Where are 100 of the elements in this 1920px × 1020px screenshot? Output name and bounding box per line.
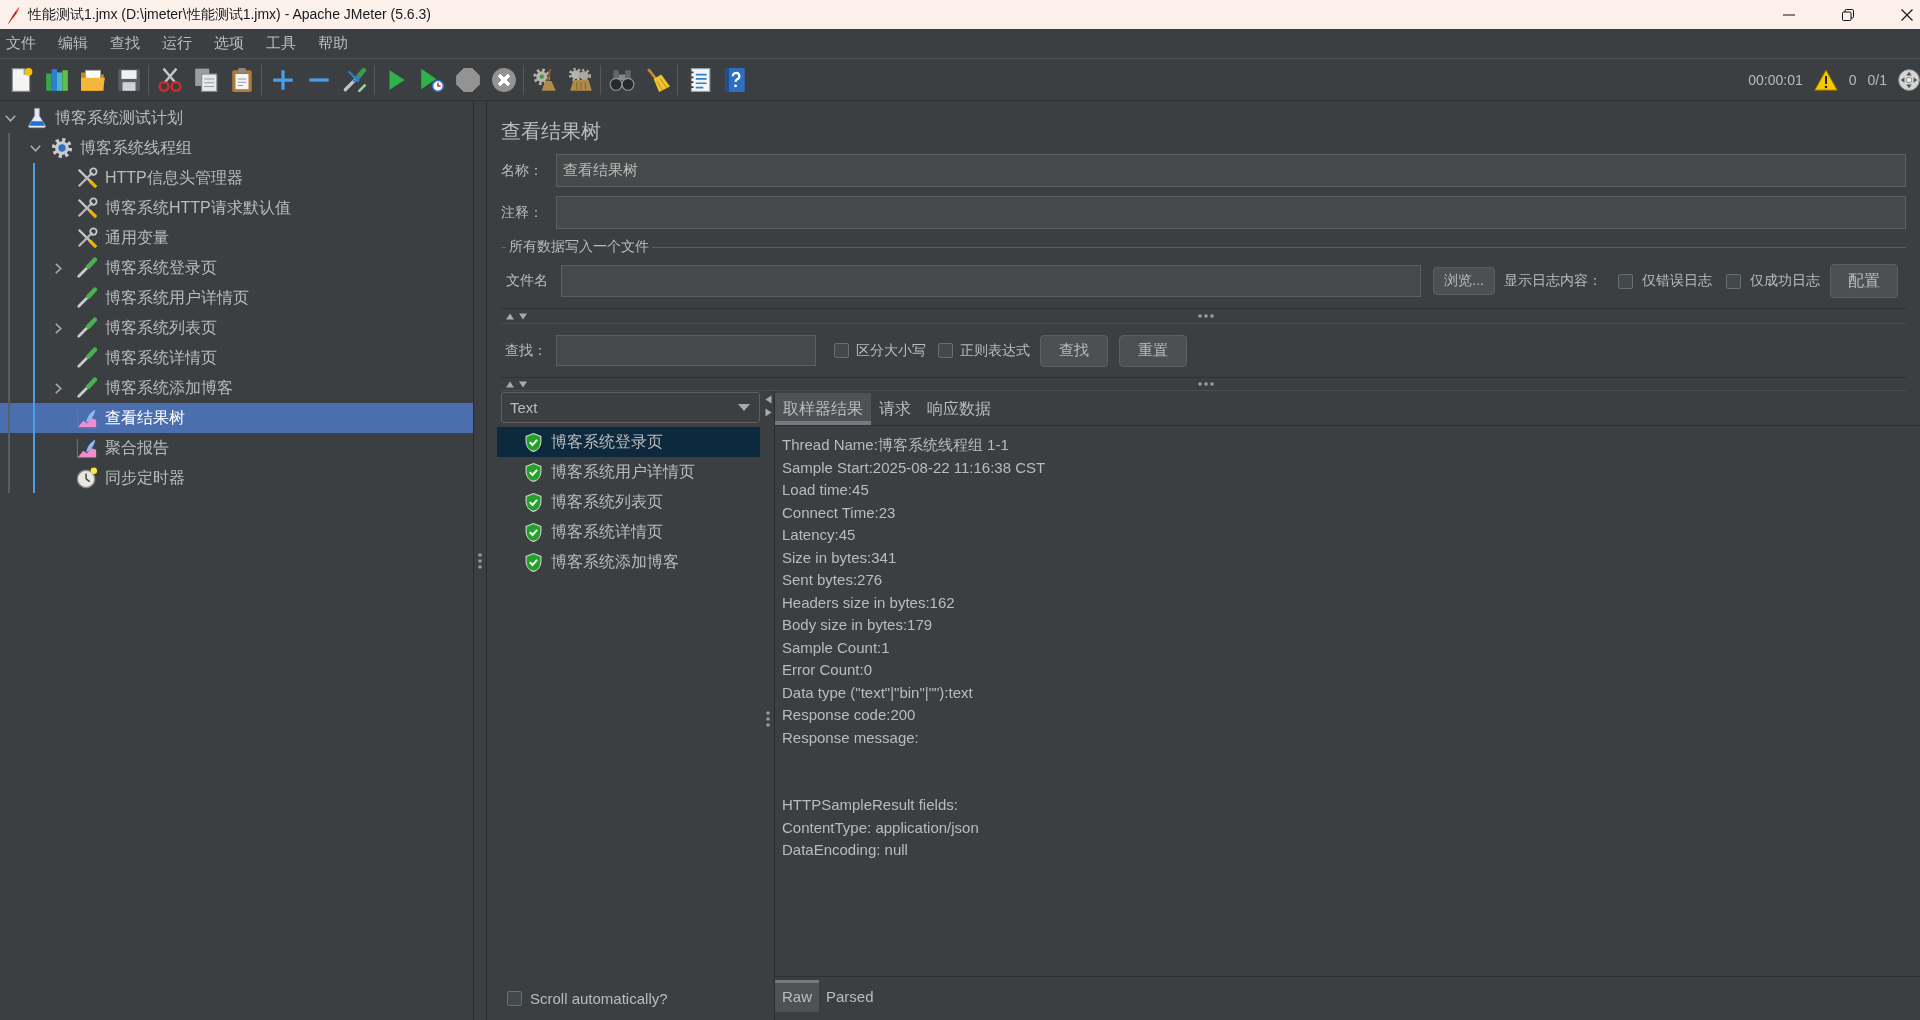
gear-icon — [51, 137, 73, 159]
menu-item[interactable]: 选项 — [214, 34, 244, 53]
result-text-line: DataEncoding: null — [782, 840, 908, 860]
panel-title: 查看结果树 — [501, 119, 601, 144]
sample-item[interactable]: 博客系统用户详情页 — [497, 457, 760, 487]
config-button[interactable]: 配置 — [1830, 264, 1898, 298]
pipette-arrow-icon[interactable] — [342, 66, 368, 93]
result-text-line: Thread Name:博客系统线程组 1-1 — [782, 435, 1009, 455]
checkbox[interactable] — [1726, 273, 1741, 289]
drag-handle-icon[interactable] — [766, 710, 770, 727]
gears-broom-icon[interactable] — [568, 66, 594, 93]
comment-field[interactable] — [556, 196, 1906, 229]
copy-icon[interactable] — [193, 66, 219, 93]
result-text-line: Body size in bytes:179 — [782, 615, 933, 635]
tree-item[interactable]: 博客系统添加博客 — [0, 373, 473, 403]
save-icon[interactable] — [116, 66, 142, 93]
search-field[interactable] — [556, 335, 816, 366]
checkbox[interactable] — [938, 343, 953, 358]
gear-broom-icon[interactable] — [532, 66, 558, 93]
tools-icon — [76, 167, 98, 189]
area-chart-icon — [76, 437, 98, 459]
pipette-icon — [76, 377, 98, 399]
collapse-arrows-icon[interactable] — [506, 380, 528, 388]
play-clock-icon[interactable] — [419, 66, 445, 93]
menu-item[interactable]: 查找 — [110, 34, 140, 53]
reset-button[interactable]: 重置 — [1119, 334, 1187, 367]
chevron-right-icon[interactable] — [55, 322, 62, 334]
drag-handle-icon[interactable] — [478, 552, 482, 569]
checkbox-label: Scroll automatically? — [530, 989, 668, 1007]
stopwatch-icon — [76, 467, 98, 489]
group-title: 所有数据写入一个文件 — [509, 238, 649, 256]
split-arrows-icon[interactable] — [764, 395, 772, 417]
chevron-down-icon[interactable] — [30, 144, 41, 152]
drag-handle-icon[interactable] — [1198, 314, 1214, 318]
tab[interactable]: 取样器结果 — [775, 393, 871, 425]
tab[interactable]: Parsed — [819, 980, 881, 1012]
menu-item[interactable]: 工具 — [266, 34, 296, 53]
result-text-line: Sent bytes:276 — [782, 570, 883, 590]
tab[interactable]: Raw — [775, 980, 819, 1012]
tree-item[interactable]: 通用变量 — [0, 223, 473, 253]
tree-item[interactable]: 博客系统测试计划 — [0, 103, 473, 133]
search-button[interactable]: 查找 — [1040, 334, 1108, 367]
menu-item[interactable]: 帮助 — [318, 34, 348, 53]
field-label: 名称： — [501, 161, 543, 180]
caret-down-icon — [738, 404, 750, 411]
collapse-arrows-icon[interactable] — [506, 312, 528, 320]
warning-count: 0 — [1848, 71, 1857, 88]
books-icon[interactable] — [44, 66, 70, 93]
tree-item[interactable]: 聚合报告 — [0, 433, 473, 463]
result-text-line: Connect Time:23 — [782, 502, 896, 523]
notepad-icon[interactable] — [686, 66, 712, 93]
sample-item[interactable]: 博客系统登录页 — [497, 427, 760, 457]
menu-item[interactable]: 文件 — [6, 34, 36, 53]
field-label: 查找： — [505, 341, 547, 360]
sample-item[interactable]: 博客系统添加博客 — [497, 547, 760, 577]
restore-icon[interactable] — [1842, 8, 1854, 21]
help-book-icon[interactable] — [722, 66, 748, 93]
tree-item[interactable]: 博客系统详情页 — [0, 343, 473, 373]
renderer-dropdown[interactable]: Text — [501, 392, 760, 423]
result-text-line: Headers size in bytes:162 — [782, 592, 955, 613]
checkbox[interactable] — [834, 343, 849, 358]
warning-icon[interactable] — [1813, 68, 1838, 91]
checkbox[interactable] — [507, 990, 522, 1006]
result-text-line: Response message: — [782, 727, 919, 748]
result-text-line: Response code:200 — [782, 705, 916, 725]
arrows-circle-icon[interactable] — [1898, 68, 1920, 91]
browse-button[interactable]: 浏览... — [1433, 267, 1495, 295]
checkbox[interactable] — [1618, 273, 1633, 289]
tree-item[interactable]: 博客系统登录页 — [0, 253, 473, 283]
tab[interactable]: 响应数据 — [919, 393, 999, 425]
sample-item[interactable]: 博客系统详情页 — [497, 517, 760, 547]
chevron-down-icon[interactable] — [5, 114, 16, 122]
menu-item[interactable]: 编辑 — [58, 34, 88, 53]
chevron-right-icon[interactable] — [55, 382, 62, 394]
drag-handle-icon[interactable] — [1198, 382, 1214, 386]
close-icon[interactable] — [1901, 8, 1913, 21]
tree-item[interactable]: 同步定时器 — [0, 463, 473, 493]
tree-item[interactable]: 博客系统列表页 — [0, 313, 473, 343]
tree-item[interactable]: 博客系统线程组 — [0, 133, 473, 163]
clipboard-icon[interactable] — [229, 66, 255, 93]
file-name-field[interactable] — [561, 265, 1422, 297]
chevron-right-icon[interactable] — [55, 262, 62, 274]
tree-item[interactable]: HTTP信息头管理器 — [0, 163, 473, 193]
tree-item[interactable]: 博客系统用户详情页 — [0, 283, 473, 313]
feather-icon — [8, 5, 20, 24]
window-title: 性能测试1.jmx (D:\jmeter\性能测试1.jmx) - Apache JMeter (5.6.3) — [28, 5, 431, 24]
tree-item[interactable]: 查看结果树 — [0, 403, 473, 433]
sample-item[interactable]: 博客系统列表页 — [497, 487, 760, 517]
pipette-icon — [76, 287, 98, 309]
menu-item[interactable]: 运行 — [162, 34, 192, 53]
tree-item[interactable]: 博客系统HTTP请求默认值 — [0, 193, 473, 223]
broom-icon[interactable] — [645, 66, 671, 93]
field-label: 注释： — [501, 203, 543, 222]
tab[interactable]: 请求 — [871, 393, 919, 425]
result-text-line: Sample Count:1 — [782, 637, 890, 658]
field-label: 文件名 — [506, 272, 548, 290]
result-text-line: ContentType: application/json — [782, 817, 979, 838]
name-field[interactable]: 查看结果树 — [556, 154, 1906, 187]
checkbox-label: 仅错误日志 — [1642, 272, 1712, 290]
scissors-icon[interactable] — [157, 66, 183, 93]
